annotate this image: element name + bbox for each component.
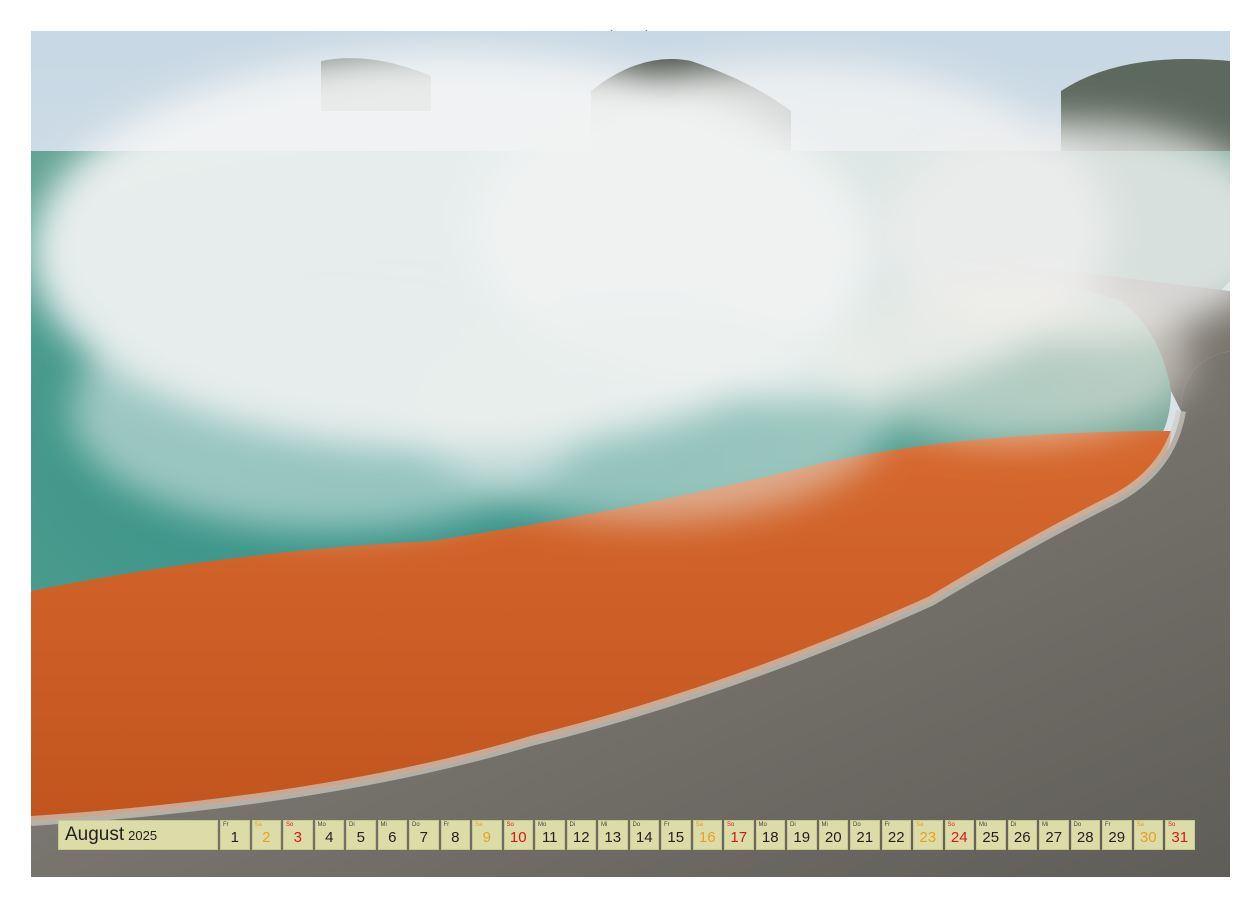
day-weekday: So [286,822,294,828]
day-weekday: Sa [254,822,262,828]
day-cell: Mi 20 [818,820,848,850]
day-cell: So 10 [503,820,533,850]
day-number: 26 [1013,829,1031,846]
day-number: 18 [761,829,779,846]
day-cell: Mi 6 [377,820,407,850]
day-number: 20 [824,829,842,846]
day-number: 25 [982,829,1000,846]
day-cell: Fr 15 [661,820,691,850]
month-name: August [65,824,125,845]
day-weekday: Fr [223,822,229,828]
day-cell: Do 28 [1070,820,1100,850]
day-number: 19 [793,829,811,846]
day-cell: Mo 25 [976,820,1006,850]
day-weekday: Do [632,822,641,828]
day-weekday: Do [1073,822,1082,828]
day-weekday: Do [412,822,420,828]
day-cell: Fr 1 [220,820,250,850]
day-cell: Mo 4 [314,820,344,850]
day-weekday: Sa [916,822,924,828]
day-cells: Fr 1 Sa 2 So 3 Mo 4 Di 5 Mi 6 Do 7 Fr 8 Sa 9 So 10 Mo 11 Di 12 M… [220,820,1195,850]
day-number: 10 [509,829,527,846]
day-cell: So 3 [283,820,313,850]
day-weekday: Di [569,822,576,828]
day-cell: Di 12 [566,820,596,850]
day-weekday: Sa [1136,822,1144,828]
day-number: 1 [230,829,239,846]
day-number: 22 [887,829,905,846]
day-number: 24 [950,829,968,846]
day-number: 6 [388,829,397,846]
day-number: 12 [572,829,590,846]
day-weekday: So [506,822,514,828]
day-number: 14 [635,829,653,846]
day-cell: Sa 9 [472,820,502,850]
day-number: 27 [1045,829,1063,846]
day-weekday: Mo [317,822,326,828]
day-weekday: Mo [979,822,988,828]
day-weekday: Fr [1105,822,1111,828]
day-weekday: Mo [758,822,767,828]
day-cell: Mo 18 [755,820,785,850]
day-number: 8 [451,829,460,846]
day-cell: Do 21 [850,820,880,850]
day-weekday: Mi [821,822,828,828]
day-cell: Do 14 [629,820,659,850]
day-number: 13 [604,829,622,846]
day-number: 15 [667,829,685,846]
day-weekday: Sa [695,822,703,828]
hot-spring-photo [31,31,1230,877]
day-cell: Mi 27 [1039,820,1069,850]
day-cell: So 24 [944,820,974,850]
day-weekday: Fr [443,822,450,828]
day-number: 31 [1171,829,1189,846]
day-number: 28 [1076,829,1094,846]
day-cell: Di 5 [346,820,376,850]
day-cell: Fr 29 [1102,820,1132,850]
day-weekday: Mi [601,822,608,828]
day-cell: Mo 11 [535,820,565,850]
day-cell: Fr 22 [881,820,911,850]
day-number: 17 [730,829,748,846]
day-cell: Di 19 [787,820,817,850]
day-cell: So 31 [1165,820,1195,850]
day-cell: Sa 30 [1133,820,1163,850]
day-cell: Sa 2 [251,820,281,850]
day-number: 9 [482,829,491,846]
day-weekday: So [1168,822,1176,828]
day-cell: Sa 16 [692,820,722,850]
day-weekday: So [947,822,955,828]
day-number: 5 [356,829,365,846]
day-weekday: Mo [538,822,547,828]
day-number: 4 [325,829,334,846]
day-weekday: So [727,822,735,828]
day-weekday: Fr [664,822,670,828]
day-weekday: Mi [1042,822,1049,828]
calendar-strip: August 2025 Fr 1 Sa 2 So 3 Mo 4 Di 5 Mi 6 Do 7 Fr 8 Sa 9 S… [58,820,1195,850]
month-year: 2025 [128,827,158,843]
day-number: 23 [919,829,937,846]
day-weekday: Di [349,822,355,828]
day-weekday: Sa [475,822,483,828]
day-cell: Sa 23 [913,820,943,850]
day-number: 30 [1139,829,1157,846]
day-weekday: Do [853,822,861,828]
day-cell: Do 7 [409,820,439,850]
day-weekday: Mi [380,822,387,828]
day-number: 29 [1108,829,1126,846]
day-weekday: Di [790,822,796,828]
day-cell: Di 26 [1007,820,1037,850]
day-weekday: Di [1010,822,1017,828]
day-cell: So 17 [724,820,754,850]
day-number: 2 [262,829,271,846]
day-number: 16 [698,829,716,846]
day-weekday: Fr [884,822,891,828]
month-label: August 2025 [58,820,218,850]
day-number: 11 [541,829,558,846]
day-cell: Fr 8 [440,820,470,850]
day-number: 3 [293,829,302,846]
day-number: 21 [856,829,874,846]
day-number: 7 [419,829,428,846]
day-cell: Mi 13 [598,820,628,850]
